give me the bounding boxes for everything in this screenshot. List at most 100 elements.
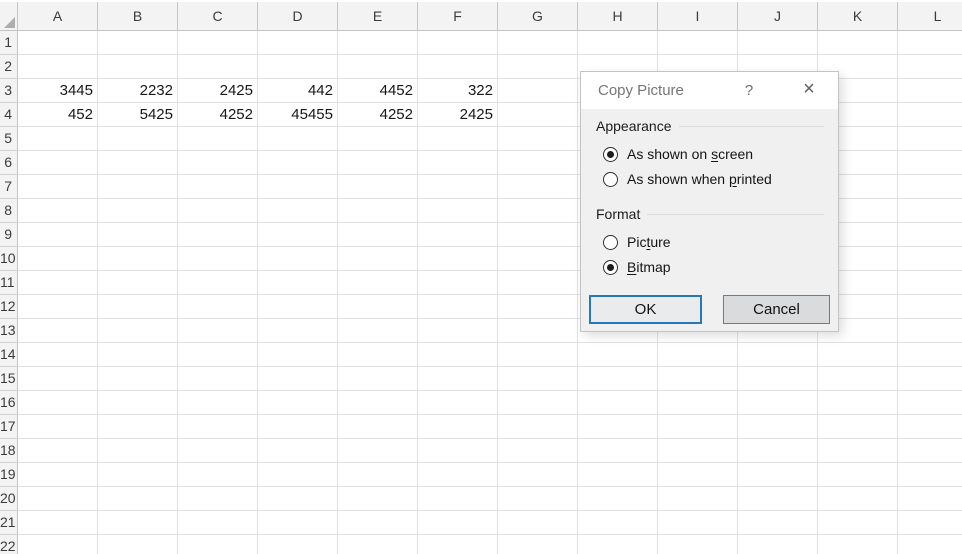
column-header-C[interactable]: C xyxy=(178,2,258,30)
cell-B22[interactable] xyxy=(98,535,178,554)
cell-A18[interactable] xyxy=(18,439,98,463)
column-header-E[interactable]: E xyxy=(338,2,418,30)
cell-G5[interactable] xyxy=(498,127,578,151)
cell-G15[interactable] xyxy=(498,367,578,391)
column-header-F[interactable]: F xyxy=(418,2,498,30)
column-header-B[interactable]: B xyxy=(98,2,178,30)
cell-L12[interactable] xyxy=(898,295,962,319)
cell-J15[interactable] xyxy=(738,367,818,391)
column-header-D[interactable]: D xyxy=(258,2,338,30)
column-header-G[interactable]: G xyxy=(498,2,578,30)
cell-L3[interactable] xyxy=(898,79,962,103)
cell-F19[interactable] xyxy=(418,463,498,487)
cell-E2[interactable] xyxy=(338,55,418,79)
cancel-button[interactable]: Cancel xyxy=(723,295,830,324)
cell-D17[interactable] xyxy=(258,415,338,439)
cell-B20[interactable] xyxy=(98,487,178,511)
cell-A19[interactable] xyxy=(18,463,98,487)
column-header-L[interactable]: L xyxy=(898,2,962,30)
cell-F17[interactable] xyxy=(418,415,498,439)
cell-L15[interactable] xyxy=(898,367,962,391)
cell-G3[interactable] xyxy=(498,79,578,103)
cell-A12[interactable] xyxy=(18,295,98,319)
cell-I1[interactable] xyxy=(658,31,738,55)
cell-A10[interactable] xyxy=(18,247,98,271)
row-header-12[interactable]: 12 xyxy=(0,295,18,319)
row-header-19[interactable]: 19 xyxy=(0,463,18,487)
cell-G8[interactable] xyxy=(498,199,578,223)
cell-J17[interactable] xyxy=(738,415,818,439)
row-header-15[interactable]: 15 xyxy=(0,367,18,391)
cell-L9[interactable] xyxy=(898,223,962,247)
cell-C16[interactable] xyxy=(178,391,258,415)
cell-L2[interactable] xyxy=(898,55,962,79)
cell-L6[interactable] xyxy=(898,151,962,175)
cell-K18[interactable] xyxy=(818,439,898,463)
cell-F2[interactable] xyxy=(418,55,498,79)
cell-L10[interactable] xyxy=(898,247,962,271)
cell-B6[interactable] xyxy=(98,151,178,175)
cell-B21[interactable] xyxy=(98,511,178,535)
cell-E7[interactable] xyxy=(338,175,418,199)
cell-D7[interactable] xyxy=(258,175,338,199)
cell-L17[interactable] xyxy=(898,415,962,439)
cell-K19[interactable] xyxy=(818,463,898,487)
cell-B5[interactable] xyxy=(98,127,178,151)
cell-G1[interactable] xyxy=(498,31,578,55)
cell-A1[interactable] xyxy=(18,31,98,55)
cell-L7[interactable] xyxy=(898,175,962,199)
cell-F21[interactable] xyxy=(418,511,498,535)
cell-K1[interactable] xyxy=(818,31,898,55)
row-header-9[interactable]: 9 xyxy=(0,223,18,247)
cell-D10[interactable] xyxy=(258,247,338,271)
cell-D6[interactable] xyxy=(258,151,338,175)
cell-J16[interactable] xyxy=(738,391,818,415)
row-header-8[interactable]: 8 xyxy=(0,199,18,223)
cell-J19[interactable] xyxy=(738,463,818,487)
cell-J14[interactable] xyxy=(738,343,818,367)
cell-H20[interactable] xyxy=(578,487,658,511)
cell-G6[interactable] xyxy=(498,151,578,175)
cell-C15[interactable] xyxy=(178,367,258,391)
cell-G22[interactable] xyxy=(498,535,578,554)
cell-A3[interactable]: 3445 xyxy=(18,79,98,103)
cell-F6[interactable] xyxy=(418,151,498,175)
cell-E8[interactable] xyxy=(338,199,418,223)
cell-B13[interactable] xyxy=(98,319,178,343)
cell-E21[interactable] xyxy=(338,511,418,535)
cell-D18[interactable] xyxy=(258,439,338,463)
cell-C11[interactable] xyxy=(178,271,258,295)
row-header-7[interactable]: 7 xyxy=(0,175,18,199)
cell-A9[interactable] xyxy=(18,223,98,247)
cell-I17[interactable] xyxy=(658,415,738,439)
cell-A6[interactable] xyxy=(18,151,98,175)
cell-D12[interactable] xyxy=(258,295,338,319)
cell-I21[interactable] xyxy=(658,511,738,535)
cell-L20[interactable] xyxy=(898,487,962,511)
column-header-K[interactable]: K xyxy=(818,2,898,30)
cell-H15[interactable] xyxy=(578,367,658,391)
cell-D11[interactable] xyxy=(258,271,338,295)
radio-bitmap[interactable]: Bitmap xyxy=(603,257,671,277)
cell-A22[interactable] xyxy=(18,535,98,554)
cell-D4[interactable]: 45455 xyxy=(258,103,338,127)
row-header-6[interactable]: 6 xyxy=(0,151,18,175)
cell-K21[interactable] xyxy=(818,511,898,535)
cell-G21[interactable] xyxy=(498,511,578,535)
cell-J18[interactable] xyxy=(738,439,818,463)
row-header-13[interactable]: 13 xyxy=(0,319,18,343)
cell-I14[interactable] xyxy=(658,343,738,367)
column-header-A[interactable]: A xyxy=(18,2,98,30)
cell-E22[interactable] xyxy=(338,535,418,554)
radio-as-shown-on-screen[interactable]: As shown on screen xyxy=(603,144,753,164)
cell-C10[interactable] xyxy=(178,247,258,271)
cell-G10[interactable] xyxy=(498,247,578,271)
cell-C3[interactable]: 2425 xyxy=(178,79,258,103)
cell-B4[interactable]: 5425 xyxy=(98,103,178,127)
cell-L14[interactable] xyxy=(898,343,962,367)
cell-D20[interactable] xyxy=(258,487,338,511)
cell-C17[interactable] xyxy=(178,415,258,439)
cell-H16[interactable] xyxy=(578,391,658,415)
cell-K20[interactable] xyxy=(818,487,898,511)
cell-A16[interactable] xyxy=(18,391,98,415)
